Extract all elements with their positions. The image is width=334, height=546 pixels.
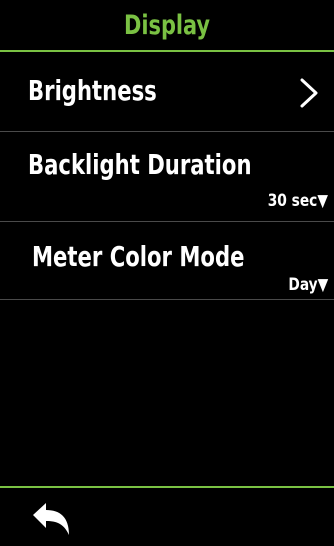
setting-label-backlight-duration: Backlight Duration: [28, 148, 252, 181]
page-title: Display: [123, 9, 211, 41]
setting-row-brightness[interactable]: Brightness: [0, 52, 334, 132]
back-button[interactable]: [28, 500, 78, 538]
chevron-right-icon: [300, 78, 318, 108]
setting-label-brightness: Brightness: [28, 74, 157, 107]
setting-row-backlight-duration[interactable]: Backlight Duration 30 sec▼: [0, 132, 334, 222]
meter-color-mode-value[interactable]: Day▼: [288, 275, 328, 295]
header: Display: [0, 0, 334, 50]
row-divider: [0, 299, 334, 300]
setting-label-meter-color-mode: Meter Color Mode: [32, 240, 245, 273]
setting-row-meter-color-mode[interactable]: Meter Color Mode Day▼: [0, 222, 334, 300]
back-arrow-icon: [33, 503, 69, 535]
footer-divider: [0, 486, 334, 488]
backlight-duration-value[interactable]: 30 sec▼: [268, 191, 328, 211]
